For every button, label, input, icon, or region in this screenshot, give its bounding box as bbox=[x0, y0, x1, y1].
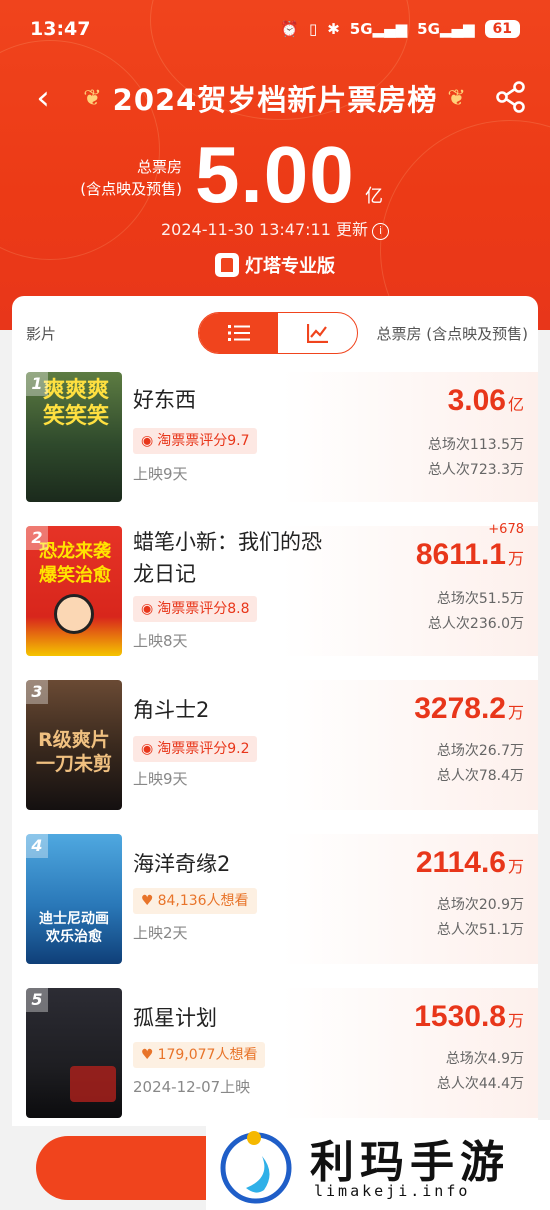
poster-character bbox=[54, 594, 94, 634]
total-label: 总票房 (含点映及预售) bbox=[80, 156, 182, 200]
total-label-note: (含点映及预售) bbox=[80, 180, 182, 198]
list-icon bbox=[227, 325, 250, 341]
movie-row[interactable]: R级爽片 一刀未剪 3 角斗士2 ◉ 淘票票评分9.2 上映9天 3278.2 万 总… bbox=[12, 676, 538, 816]
movie-poster: 迪士尼动画 欢乐治愈 4 bbox=[26, 834, 122, 964]
release-info: 上映9天 bbox=[133, 770, 188, 788]
wheat-right-icon: ❦ bbox=[447, 85, 467, 111]
vibrate-icon: ▯ bbox=[308, 20, 318, 38]
movie-poster: 爽爽爽 笑笑笑 1 bbox=[26, 372, 122, 502]
page-title: ❦ 2024贺岁档新片票房榜 ❦ bbox=[83, 77, 467, 119]
ranking-card: 影片 总票房 (含点映及预售) 爽爽爽 笑笑笑 1 好东西 ◉ 淘票票评分9.7… bbox=[12, 296, 538, 1126]
list-view-tab[interactable] bbox=[199, 313, 278, 353]
movie-title: 角斗士2 bbox=[133, 698, 210, 722]
admissions: 总人次51.1万 bbox=[436, 922, 524, 938]
rank-badge: 4 bbox=[26, 834, 48, 858]
admissions: 总人次723.3万 bbox=[427, 462, 524, 478]
screenings: 总场次4.9万 bbox=[445, 1051, 524, 1067]
rank-badge: 1 bbox=[26, 372, 48, 396]
box-office-value: 1530.8 万 bbox=[414, 1000, 524, 1033]
rank-badge: 5 bbox=[26, 988, 48, 1012]
poster-text: 爽爽爽 笑笑笑 bbox=[42, 378, 109, 429]
movie-title: 孤星计划 bbox=[133, 1006, 217, 1030]
box-office-value: 3278.2 万 bbox=[414, 692, 524, 725]
movie-row[interactable]: 爽爽爽 笑笑笑 1 好东西 ◉ 淘票票评分9.7 上映9天 3.06 亿 总场次113… bbox=[12, 368, 538, 508]
title-bar: ‹ ❦ 2024贺岁档新片票房榜 ❦ bbox=[0, 70, 550, 126]
update-time-text: 2024-11-30 13:47:11 更新 bbox=[160, 220, 369, 239]
total-label-title: 总票房 bbox=[136, 158, 182, 176]
screenings: 总场次113.5万 bbox=[427, 437, 524, 453]
want-to-see-badge: ♥ 179,077人想看 bbox=[133, 1042, 266, 1068]
page-title-text: 2024贺岁档新片票房榜 bbox=[112, 83, 438, 117]
update-time: 2024-11-30 13:47:11 更新 i bbox=[0, 216, 550, 240]
box-office-value: 2114.6 万 bbox=[415, 846, 524, 879]
admissions: 总人次44.4万 bbox=[436, 1076, 524, 1092]
want-to-see-badge: ♥ 84,136人想看 bbox=[133, 888, 257, 914]
admissions: 总人次236.0万 bbox=[427, 616, 524, 632]
movie-row[interactable]: 迪士尼动画 欢乐治愈 4 海洋奇缘2 ♥ 84,136人想看 上映2天 2114.6… bbox=[12, 830, 538, 970]
watermark: 利玛手游 limakeji.info bbox=[206, 1120, 550, 1210]
movie-poster: 5 bbox=[26, 988, 122, 1118]
header: 13:47 ⏰ ▯ ✱ 5G▂▄▆ 5G▂▄▆ 61 ‹ ❦ 2024贺岁档新片… bbox=[0, 0, 550, 330]
brand-name: 灯塔专业版 bbox=[245, 256, 335, 277]
box-office-value: 8611.1 万 bbox=[415, 538, 524, 571]
lighthouse-logo-icon bbox=[215, 253, 239, 277]
release-info: 上映8天 bbox=[133, 632, 188, 650]
back-button[interactable]: ‹ bbox=[26, 78, 60, 118]
signal-icon: 5G▂▄▆ bbox=[349, 20, 408, 38]
movie-title: 好东西 bbox=[133, 388, 196, 412]
movie-title: 海洋奇缘2 bbox=[133, 852, 231, 876]
release-info: 2024-12-07上映 bbox=[133, 1078, 251, 1096]
view-toggle[interactable] bbox=[198, 312, 358, 354]
watermark-url: limakeji.info bbox=[314, 1182, 471, 1200]
list-header: 影片 总票房 (含点映及预售) bbox=[12, 296, 538, 368]
rating-badge: ◉ 淘票票评分8.8 bbox=[133, 596, 258, 622]
poster-title-mark bbox=[70, 1066, 116, 1102]
watermark-logo-icon bbox=[220, 1131, 292, 1204]
status-icons: ⏰ ▯ ✱ 5G▂▄▆ 5G▂▄▆ 61 bbox=[280, 20, 520, 38]
rating-badge: ◉ 淘票票评分9.7 bbox=[133, 428, 258, 454]
taopiaopiao-icon: ◉ bbox=[141, 601, 154, 617]
movie-poster: R级爽片 一刀未剪 3 bbox=[26, 680, 122, 810]
screenings: 总场次51.5万 bbox=[436, 591, 524, 607]
screenings: 总场次20.9万 bbox=[436, 897, 524, 913]
heart-icon: ♥ bbox=[141, 893, 154, 909]
rank-badge: 2 bbox=[26, 526, 48, 550]
poster-text: 迪士尼动画 欢乐治愈 bbox=[39, 911, 109, 945]
taopiaopiao-icon: ◉ bbox=[141, 741, 154, 757]
battery-icon: 61 bbox=[484, 20, 520, 38]
signal-icon: 5G▂▄▆ bbox=[417, 20, 475, 38]
release-info: 上映9天 bbox=[133, 465, 188, 483]
status-bar: 13:47 ⏰ ▯ ✱ 5G▂▄▆ 5G▂▄▆ 61 bbox=[0, 0, 550, 58]
watermark-name: 利玛手游 bbox=[310, 1137, 510, 1188]
total-box-office: 总票房 (含点映及预售) 5.00 亿 bbox=[0, 132, 550, 222]
alarm-icon: ⏰ bbox=[280, 20, 299, 38]
release-info: 上映2天 bbox=[133, 924, 188, 942]
total-unit: 亿 bbox=[365, 186, 383, 207]
screenings: 总场次26.7万 bbox=[436, 743, 524, 759]
poster-text: R级爽片 一刀未剪 bbox=[35, 729, 112, 775]
box-office-delta: +678 bbox=[488, 522, 524, 537]
column-movie-label: 影片 bbox=[26, 325, 57, 343]
total-value: 5.00 bbox=[195, 130, 355, 219]
taopiaopiao-icon: ◉ bbox=[141, 433, 154, 449]
brand: 灯塔专业版 bbox=[0, 252, 550, 278]
movie-row[interactable]: 恐龙来袭 爆笑治愈 2 蜡笔小新：我们的恐 龙日记 ◉ 淘票票评分8.8 上映8天 … bbox=[12, 522, 538, 662]
heart-icon: ♥ bbox=[141, 1047, 154, 1063]
bluetooth-icon: ✱ bbox=[327, 20, 340, 38]
share-icon[interactable] bbox=[494, 80, 528, 114]
movie-poster: 恐龙来袭 爆笑治愈 2 bbox=[26, 526, 122, 656]
status-time: 13:47 bbox=[30, 18, 91, 40]
wheat-left-icon: ❦ bbox=[83, 85, 103, 111]
column-box-office-label: 总票房 (含点映及预售) bbox=[376, 325, 528, 343]
chart-icon bbox=[306, 324, 328, 343]
rating-badge: ◉ 淘票票评分9.2 bbox=[133, 736, 258, 762]
rank-badge: 3 bbox=[26, 680, 48, 704]
movie-row[interactable]: 5 孤星计划 ♥ 179,077人想看 2024-12-07上映 1530.8 万 … bbox=[12, 984, 538, 1124]
box-office-value: 3.06 亿 bbox=[447, 384, 524, 417]
info-icon[interactable]: i bbox=[372, 223, 390, 240]
admissions: 总人次78.4万 bbox=[436, 768, 524, 784]
chart-view-tab[interactable] bbox=[278, 313, 357, 353]
movie-title: 蜡笔小新：我们的恐 龙日记 bbox=[133, 530, 322, 586]
